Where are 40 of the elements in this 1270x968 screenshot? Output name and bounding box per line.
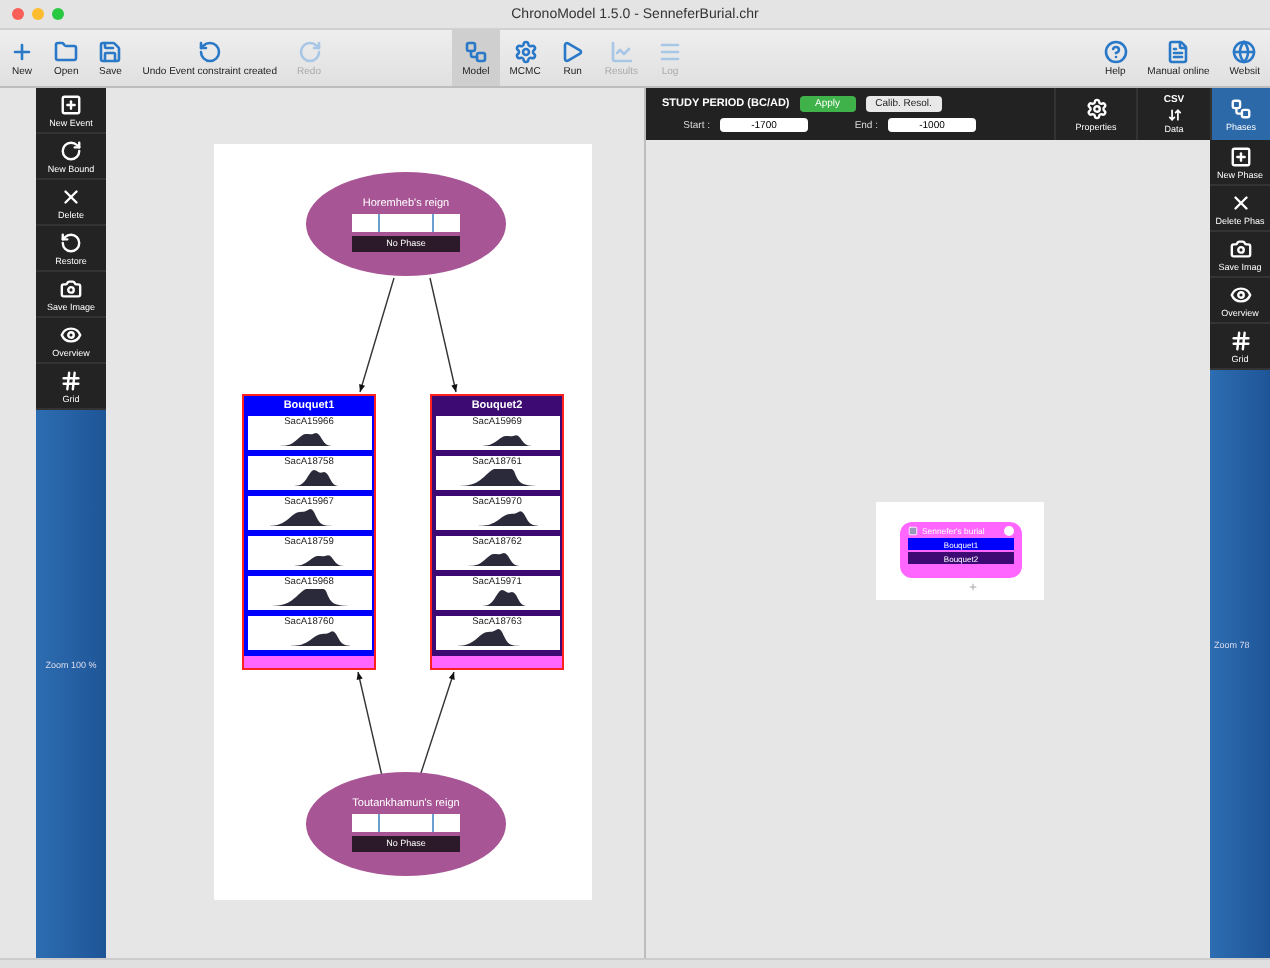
globe-icon (1232, 39, 1257, 63)
arrow (429, 277, 458, 393)
line-chart-icon (609, 39, 634, 63)
up-down-arrows-icon (1167, 108, 1181, 122)
hash-icon (1229, 329, 1251, 351)
hash-icon (60, 369, 82, 391)
undo-icon (197, 39, 222, 63)
bound-value-field (352, 813, 460, 831)
close-icon (60, 185, 82, 207)
plus-icon (10, 39, 34, 63)
plus-icon (968, 582, 978, 592)
folder-icon (54, 39, 79, 63)
close-icon (1229, 191, 1251, 213)
arrow (359, 277, 395, 393)
lines-icon (658, 39, 683, 63)
arrow (419, 671, 455, 777)
arrow (356, 671, 383, 777)
close-button[interactable] (12, 8, 24, 20)
checkbox-icon (908, 526, 918, 536)
maximize-button[interactable] (52, 8, 64, 20)
floppy-icon (98, 39, 123, 63)
square-plus-icon (60, 93, 82, 115)
gear-icon (513, 39, 538, 63)
eye-icon (60, 323, 82, 345)
circle-icon (1004, 526, 1014, 536)
eye-icon (1229, 283, 1251, 305)
play-icon (560, 39, 585, 63)
camera-icon (1229, 237, 1251, 259)
gear-icon (1085, 97, 1107, 119)
document-icon (1166, 39, 1191, 63)
help-icon (1103, 39, 1128, 63)
minimize-button[interactable] (32, 8, 44, 20)
nodes-icon (463, 39, 488, 63)
square-plus-icon (1229, 145, 1251, 167)
circular-arrow-icon (60, 139, 82, 161)
bound-value-field (352, 213, 460, 231)
camera-icon (60, 277, 82, 299)
circular-arrow-icon (60, 231, 82, 253)
nodes-icon (1230, 97, 1252, 119)
redo-icon (297, 39, 321, 63)
